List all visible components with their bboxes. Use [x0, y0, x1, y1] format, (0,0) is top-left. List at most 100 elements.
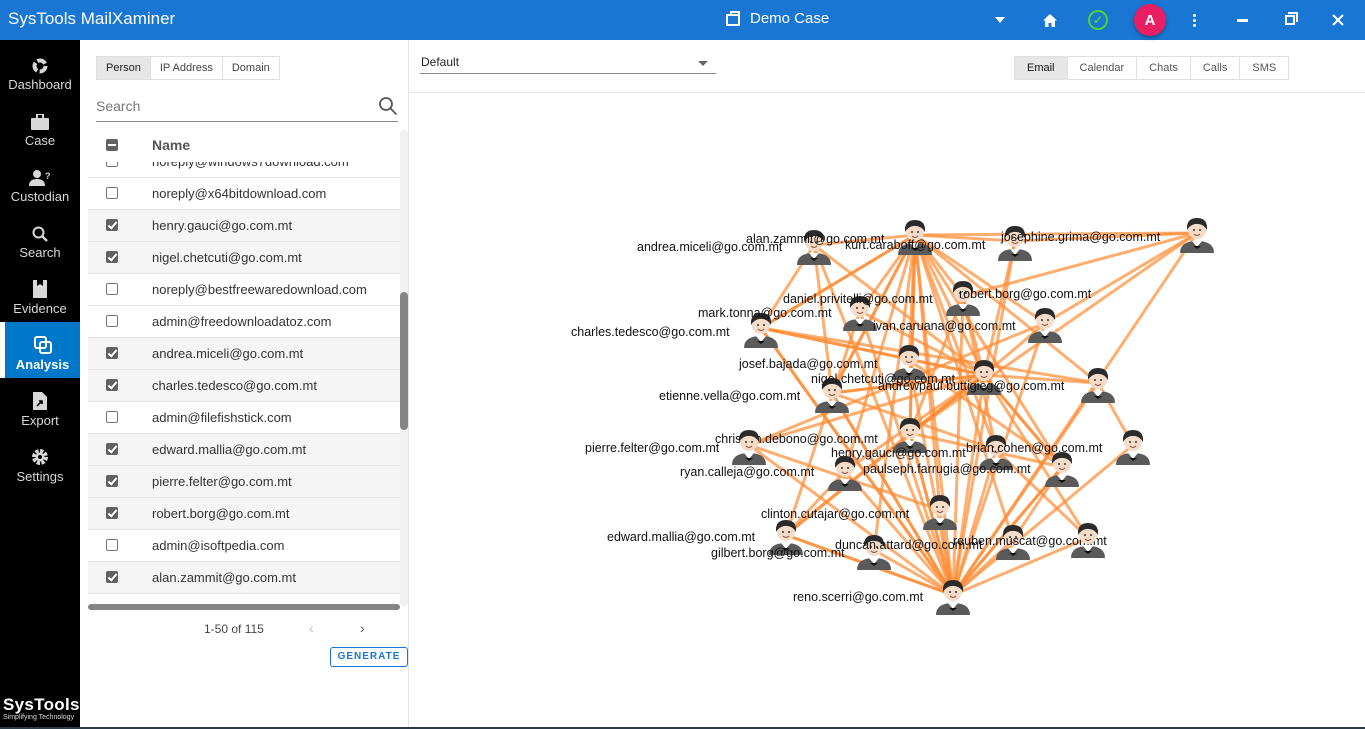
list-item[interactable]: andrea.miceli@go.com.mt [88, 338, 400, 370]
column-header-name[interactable]: Name [152, 137, 190, 153]
list-item[interactable]: admin@freedownloadatoz.com [88, 306, 400, 338]
node-label: josephine.grima@go.com.mt [1000, 230, 1161, 244]
sidebar-item-label: Settings [16, 469, 64, 484]
node-label: paulseph.farrugia@go.com.mt [863, 462, 1031, 476]
tab-ip-address[interactable]: IP Address [150, 57, 223, 79]
next-page-button[interactable]: › [360, 620, 365, 636]
sidebar-item-evidence[interactable]: Evidence [0, 266, 80, 322]
row-checkbox[interactable] [106, 379, 118, 391]
select-all-checkbox[interactable] [106, 139, 118, 151]
list-item[interactable]: nigel.chetcuti@go.com.mt [88, 242, 400, 274]
case-selector[interactable]: Demo Case [726, 10, 829, 27]
sidebar-item-label: Search [19, 245, 61, 260]
list-item[interactable]: noreply@x64bitdownload.com [88, 178, 400, 210]
sidebar-item-settings[interactable]: Settings [0, 434, 80, 490]
row-email: robert.borg@go.com.mt [152, 506, 290, 521]
sidebar-item-label: Custodian [10, 189, 70, 204]
row-checkbox[interactable] [106, 251, 118, 263]
more-vert-icon [1192, 13, 1196, 27]
briefcase-icon [31, 114, 49, 130]
horizontal-scrollbar[interactable] [88, 604, 400, 610]
person-node-icon[interactable] [1116, 430, 1150, 465]
sidebar-item-dashboard[interactable]: Dashboard [0, 42, 80, 98]
brand-name: SysTools [3, 695, 80, 714]
row-email: charles.tedesco@go.com.mt [152, 378, 317, 393]
tab-domain[interactable]: Domain [222, 57, 279, 79]
list-item[interactable]: edward.mallia@go.com.mt [88, 434, 400, 466]
search-icon [32, 226, 48, 242]
row-email: noreply@bestfreewaredownload.com [152, 282, 367, 297]
list-item[interactable]: robert.borg@go.com.mt [88, 498, 400, 530]
list-item[interactable]: noreply@bestfreewaredownload.com [88, 274, 400, 306]
row-checkbox[interactable] [106, 162, 118, 167]
row-checkbox[interactable] [106, 539, 118, 551]
list-item[interactable]: noreply@windows7download.com [88, 162, 400, 178]
list-item[interactable]: alan.zammit@go.com.mt [88, 562, 400, 594]
avatar: A [1134, 4, 1166, 36]
row-checkbox[interactable] [106, 475, 118, 487]
home-icon [1043, 13, 1057, 27]
row-email: edward.mallia@go.com.mt [152, 442, 307, 457]
node-label: brian.cohen@go.com.mt [966, 441, 1103, 455]
list-item[interactable]: pierre.felter@go.com.mt [88, 466, 400, 498]
link-analysis-graph[interactable]: alan.zammit@go.com.mtkurt.caraboff@go.co… [409, 40, 1365, 729]
case-dropdown-button[interactable] [982, 0, 1018, 40]
vertical-scrollbar[interactable] [400, 130, 408, 606]
graph-edge[interactable] [1044, 231, 1198, 325]
row-email: andrea.miceli@go.com.mt [152, 346, 304, 361]
sidebar-item-export[interactable]: Export [0, 378, 80, 434]
list-item[interactable]: charles.tedesco@go.com.mt [88, 370, 400, 402]
close-icon [1332, 14, 1344, 26]
node-label: reno.scerri@go.com.mt [793, 590, 924, 604]
row-email: noreply@windows7download.com [152, 162, 349, 169]
node-label: daniel.privitelli@go.com.mt [783, 292, 933, 306]
row-checkbox[interactable] [106, 283, 118, 295]
node-label: charles.tedesco@go.com.mt [571, 325, 730, 339]
row-email: henry.gauci@go.com.mt [152, 218, 293, 233]
prev-page-button[interactable]: ‹ [309, 620, 314, 636]
list-item[interactable]: admin@filefishstick.com [88, 402, 400, 434]
user-menu-button[interactable]: A [1132, 0, 1168, 40]
sidebar-item-custodian[interactable]: ? Custodian [0, 154, 80, 210]
dashboard-icon [32, 58, 48, 74]
search-icon[interactable] [378, 96, 398, 116]
node-label: andrewpaul.buttigieg@go.com.mt [878, 379, 1065, 393]
search-input[interactable] [96, 92, 366, 120]
more-options-button[interactable] [1176, 0, 1212, 40]
status-button[interactable]: ✓ [1080, 0, 1116, 40]
case-name: Demo Case [750, 10, 830, 27]
row-checkbox[interactable] [106, 411, 118, 423]
restore-button[interactable] [1272, 0, 1308, 40]
row-checkbox[interactable] [106, 571, 118, 583]
sidebar-item-label: Analysis [15, 357, 70, 372]
generate-button[interactable]: GENERATE [330, 647, 408, 667]
home-button[interactable] [1032, 0, 1068, 40]
row-checkbox[interactable] [106, 219, 118, 231]
scrollbar-thumb[interactable] [400, 292, 408, 430]
minimize-button[interactable] [1224, 0, 1260, 40]
row-checkbox[interactable] [106, 507, 118, 519]
node-label: pierre.felter@go.com.mt [585, 441, 720, 455]
briefcase-icon [726, 10, 740, 26]
row-checkbox[interactable] [106, 315, 118, 327]
brand-tagline: Simplifying Technology [3, 714, 75, 721]
brand-logo: SysTools ® Simplifying Technology [3, 693, 86, 721]
sidebar-item-search[interactable]: Search [0, 210, 80, 266]
row-email: alan.zammit@go.com.mt [152, 570, 296, 585]
row-checkbox[interactable] [106, 347, 118, 359]
title-bar: SysTools MailXaminer Demo Case ✓ A [0, 0, 1365, 40]
graph-edge[interactable] [982, 240, 1017, 376]
close-button[interactable] [1320, 0, 1356, 40]
list-item[interactable]: admin@isoftpedia.com [88, 530, 400, 562]
row-checkbox[interactable] [106, 443, 118, 455]
row-checkbox[interactable] [106, 187, 118, 199]
list-item[interactable]: henry.gauci@go.com.mt [88, 210, 400, 242]
node-label: mark.tonna@go.com.mt [698, 306, 832, 320]
sidebar-item-analysis[interactable]: Analysis [0, 322, 80, 378]
sidebar-item-label: Case [24, 133, 56, 148]
tab-person[interactable]: Person [97, 57, 151, 79]
row-email: admin@freedownloadatoz.com [152, 314, 332, 329]
list-header: Name [88, 132, 400, 160]
row-email: pierre.felter@go.com.mt [152, 474, 292, 489]
sidebar-item-case[interactable]: Case [0, 98, 80, 154]
